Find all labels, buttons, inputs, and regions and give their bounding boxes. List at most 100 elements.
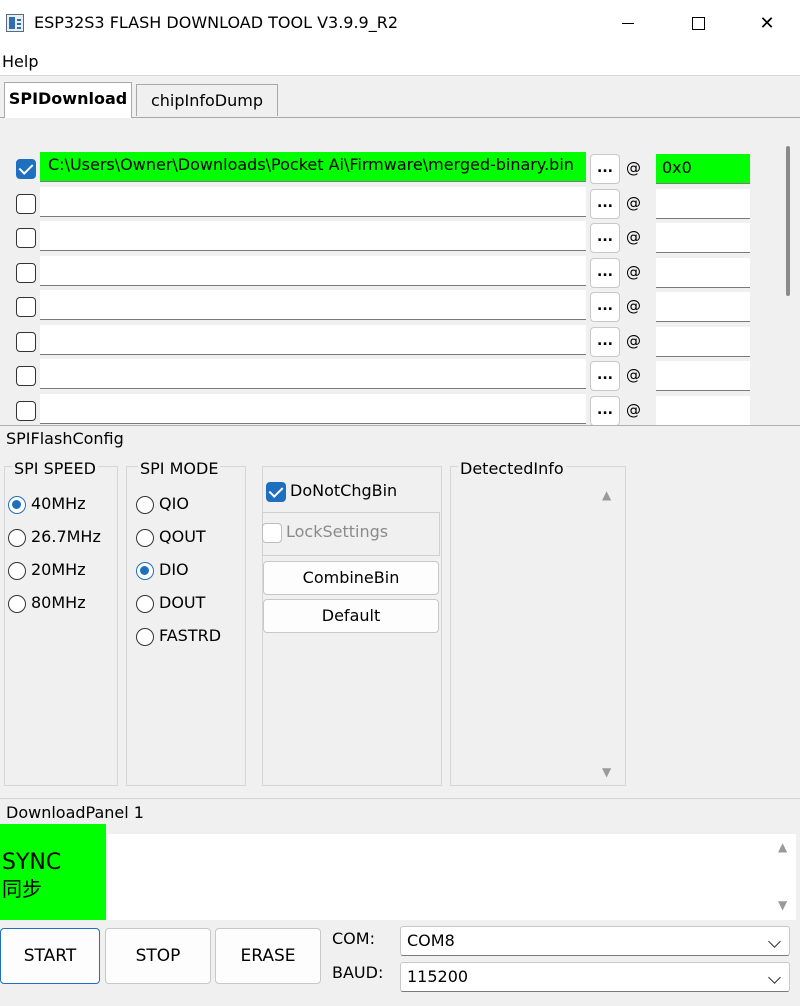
file-path-input[interactable]: C:\Users\Owner\Downloads\Pocket Ai\Firmw… xyxy=(40,152,586,182)
erase-button[interactable]: ERASE xyxy=(215,928,321,984)
menu-bar xyxy=(0,48,800,76)
at-label: @ xyxy=(626,228,641,246)
address-input[interactable] xyxy=(656,327,750,357)
file-row-checkbox[interactable] xyxy=(16,366,36,386)
file-row-checkbox[interactable] xyxy=(16,159,36,179)
browse-button[interactable]: ... xyxy=(590,258,620,288)
spi-speed-option-label: 80MHz xyxy=(31,593,86,612)
spi-speed-option-label: 26.7MHz xyxy=(31,527,101,546)
minimize-button[interactable] xyxy=(594,0,664,48)
com-label: COM: xyxy=(332,929,375,948)
spi-speed-group xyxy=(4,466,118,786)
window-title: ESP32S3 FLASH DOWNLOAD TOOL V3.9.9_R2 xyxy=(34,13,399,32)
close-icon: ✕ xyxy=(759,13,775,34)
browse-button[interactable]: ... xyxy=(590,327,620,357)
address-input[interactable] xyxy=(656,396,750,426)
file-list-scrollbar[interactable] xyxy=(786,146,790,296)
baud-value: 115200 xyxy=(407,967,469,986)
com-select[interactable]: COM8 xyxy=(400,926,790,956)
at-label: @ xyxy=(626,194,641,212)
status-text-cn: 同步 xyxy=(2,877,42,901)
spi-mode-option-radio[interactable] xyxy=(136,496,154,514)
spi-speed-option-radio[interactable] xyxy=(8,529,26,547)
browse-button[interactable]: ... xyxy=(590,396,620,426)
chevron-down-icon xyxy=(768,971,781,984)
close-button[interactable]: ✕ xyxy=(732,0,800,48)
address-input[interactable] xyxy=(656,223,750,253)
spi-speed-option-radio[interactable] xyxy=(8,562,26,580)
tab-spidownload[interactable]: SPIDownload xyxy=(4,82,132,118)
spi-flash-config-title: SPIFlashConfig xyxy=(6,429,124,448)
baud-label: BAUD: xyxy=(332,963,384,982)
file-row-checkbox[interactable] xyxy=(16,332,36,352)
browse-button[interactable]: ... xyxy=(590,189,620,219)
file-row-checkbox[interactable] xyxy=(16,228,36,248)
start-button[interactable]: START xyxy=(0,928,100,984)
detected-info-title: DetectedInfo xyxy=(458,459,566,478)
at-label: @ xyxy=(626,297,641,315)
file-path-input[interactable] xyxy=(40,290,586,320)
log-scroll-down-icon[interactable]: ▼ xyxy=(778,898,787,912)
spi-mode-option-radio[interactable] xyxy=(136,562,154,580)
section-divider xyxy=(0,798,800,799)
do-not-chg-bin-label: DoNotChgBin xyxy=(290,481,398,500)
at-label: @ xyxy=(626,366,641,384)
spi-mode-option-label: DOUT xyxy=(159,593,206,612)
scroll-up-icon[interactable]: ▲ xyxy=(602,488,611,502)
browse-button[interactable]: ... xyxy=(590,154,620,184)
spi-mode-option-label: DIO xyxy=(159,560,189,579)
combine-bin-button[interactable]: CombineBin xyxy=(263,561,439,595)
chevron-down-icon xyxy=(768,935,781,948)
address-input[interactable] xyxy=(656,258,750,288)
spi-mode-title: SPI MODE xyxy=(138,459,221,478)
address-input[interactable] xyxy=(656,189,750,219)
file-path-input[interactable] xyxy=(40,187,586,217)
spi-mode-option-radio[interactable] xyxy=(136,595,154,613)
file-path-input[interactable] xyxy=(40,359,586,389)
maximize-button[interactable] xyxy=(664,0,734,48)
at-label: @ xyxy=(626,332,641,350)
file-path-input[interactable] xyxy=(40,394,586,424)
spi-speed-option-label: 40MHz xyxy=(31,494,86,513)
address-input[interactable] xyxy=(656,292,750,322)
file-path-input[interactable] xyxy=(40,256,586,286)
file-row-checkbox[interactable] xyxy=(16,297,36,317)
status-indicator: SYNC 同步 xyxy=(0,824,106,920)
browse-button[interactable]: ... xyxy=(590,361,620,391)
spi-speed-option-label: 20MHz xyxy=(31,560,86,579)
section-divider xyxy=(0,425,800,426)
detected-info-group xyxy=(450,466,626,786)
app-icon xyxy=(6,14,24,32)
stop-button[interactable]: STOP xyxy=(105,928,211,984)
lock-settings-label: LockSettings xyxy=(286,522,389,541)
menu-help[interactable]: Help xyxy=(2,52,38,71)
file-path-input[interactable] xyxy=(40,221,586,251)
download-panel-title: DownloadPanel 1 xyxy=(6,803,144,822)
address-input[interactable]: 0x0 xyxy=(656,154,750,184)
file-row-checkbox[interactable] xyxy=(16,194,36,214)
address-input[interactable] xyxy=(656,361,750,391)
spi-speed-title: SPI SPEED xyxy=(12,459,98,478)
spi-mode-option-radio[interactable] xyxy=(136,628,154,646)
scroll-down-icon[interactable]: ▼ xyxy=(602,765,611,779)
browse-button[interactable]: ... xyxy=(590,292,620,322)
log-output[interactable] xyxy=(108,834,796,920)
file-row-checkbox[interactable] xyxy=(16,263,36,283)
spi-speed-option-radio[interactable] xyxy=(8,595,26,613)
default-button[interactable]: Default xyxy=(263,599,439,633)
spi-mode-option-radio[interactable] xyxy=(136,529,154,547)
lock-settings-checkbox[interactable] xyxy=(262,523,282,543)
spi-speed-option-radio[interactable] xyxy=(8,496,26,514)
minimize-icon xyxy=(622,23,634,24)
tab-chipinfodump[interactable]: chipInfoDump xyxy=(136,84,278,116)
com-value: COM8 xyxy=(407,931,455,950)
status-text: SYNC xyxy=(2,850,62,875)
browse-button[interactable]: ... xyxy=(590,223,620,253)
maximize-icon xyxy=(692,17,705,30)
file-path-input[interactable] xyxy=(40,325,586,355)
do-not-chg-bin-checkbox[interactable] xyxy=(266,482,286,502)
file-row-checkbox[interactable] xyxy=(16,401,36,421)
log-scroll-up-icon[interactable]: ▲ xyxy=(778,840,787,854)
baud-select[interactable]: 115200 xyxy=(400,962,790,992)
at-label: @ xyxy=(626,401,641,419)
